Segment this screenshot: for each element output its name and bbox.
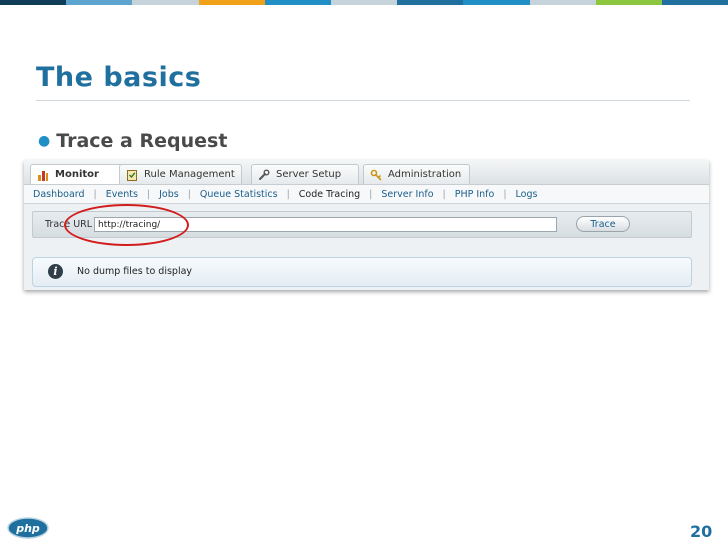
tab-monitor[interactable]: Monitor <box>30 164 126 184</box>
subnav-server-info[interactable]: Server Info <box>372 189 442 200</box>
tab-server-setup[interactable]: Server Setup <box>251 164 359 184</box>
main-tab-bar: Monitor Rule Management Server Setup Adm… <box>24 160 709 185</box>
topbar-segment <box>397 0 464 5</box>
php-logo: php <box>7 517 49 539</box>
slide-title: The basics <box>36 62 202 93</box>
app-screenshot: Monitor Rule Management Server Setup Adm… <box>24 160 709 290</box>
bullet-text: Trace a Request <box>56 130 228 152</box>
info-notice: i No dump files to display <box>32 257 692 287</box>
subnav-logs[interactable]: Logs <box>507 189 547 200</box>
tab-rule-management[interactable]: Rule Management <box>119 164 242 184</box>
topbar-segment <box>595 0 662 5</box>
top-color-bar <box>0 0 728 5</box>
bar-chart-icon <box>38 170 48 181</box>
topbar-segment <box>0 0 67 5</box>
topbar-segment <box>330 0 398 5</box>
notice-text: No dump files to display <box>77 266 193 277</box>
subnav-code-tracing[interactable]: Code Tracing <box>290 189 369 200</box>
topbar-segment <box>132 0 199 5</box>
php-logo-text: php <box>15 522 40 535</box>
key-icon <box>370 169 382 180</box>
topbar-segment <box>198 0 265 5</box>
page-number: 20 <box>690 522 713 541</box>
title-divider <box>36 100 690 101</box>
topbar-segment <box>264 0 331 5</box>
tab-label: Administration <box>388 169 462 180</box>
topbar-segment <box>66 0 133 5</box>
subnav-events[interactable]: Events <box>97 189 147 200</box>
wrench-icon <box>259 169 270 180</box>
subnav-queue-statistics[interactable]: Queue Statistics <box>191 189 287 200</box>
topbar-segment <box>661 0 728 5</box>
info-icon: i <box>48 264 63 279</box>
trace-button[interactable]: Trace <box>576 216 630 232</box>
topbar-segment <box>463 0 530 5</box>
tab-label: Rule Management <box>144 169 235 180</box>
tab-label: Server Setup <box>276 169 342 180</box>
clipboard-icon <box>127 169 137 181</box>
subnav-php-info[interactable]: PHP Info <box>446 189 504 200</box>
tab-label: Monitor <box>55 169 99 180</box>
bullet-item: ● Trace a Request <box>38 130 227 152</box>
sub-navigation: Dashboard | Events | Jobs | Queue Statis… <box>24 185 709 204</box>
bullet-dot-icon: ● <box>38 133 51 149</box>
subnav-jobs[interactable]: Jobs <box>150 189 188 200</box>
subnav-dashboard[interactable]: Dashboard <box>24 189 94 200</box>
highlight-circle <box>64 204 189 246</box>
tab-administration[interactable]: Administration <box>363 164 470 184</box>
topbar-segment <box>529 0 596 5</box>
